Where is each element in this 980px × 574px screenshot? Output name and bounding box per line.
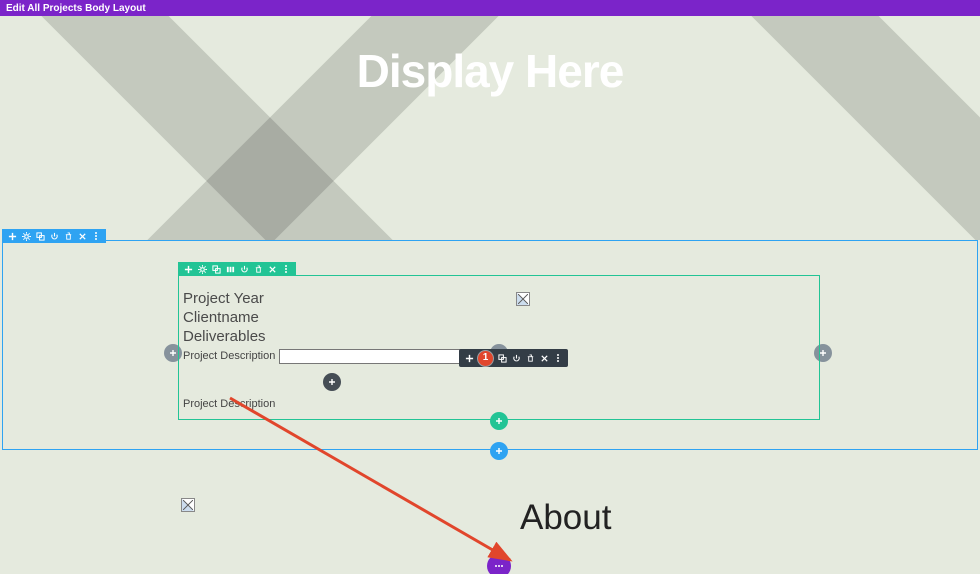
section-add-button[interactable] bbox=[490, 442, 508, 460]
row-add-button[interactable] bbox=[490, 412, 508, 430]
broken-image-icon bbox=[181, 498, 195, 512]
gear-icon[interactable] bbox=[21, 231, 31, 241]
module-toolbar: 1 bbox=[459, 349, 568, 367]
hero-section: Display Here bbox=[0, 16, 980, 240]
project-description-text: Project Description bbox=[183, 398, 815, 411]
module-add-below-button[interactable] bbox=[323, 373, 341, 391]
gear-icon[interactable] bbox=[197, 264, 207, 274]
add-icon[interactable] bbox=[464, 353, 474, 363]
dots-icon[interactable] bbox=[281, 264, 291, 274]
trash-icon[interactable] bbox=[253, 264, 263, 274]
broken-image-icon bbox=[516, 292, 530, 306]
deliverables-text: Deliverables bbox=[183, 328, 815, 346]
annotation-badge: 1 bbox=[478, 351, 493, 366]
columns-icon[interactable] bbox=[225, 264, 235, 274]
power-icon[interactable] bbox=[239, 264, 249, 274]
builder-menu-button[interactable] bbox=[487, 554, 511, 574]
add-icon[interactable] bbox=[7, 231, 17, 241]
hero-heading: Display Here bbox=[0, 16, 980, 98]
close-icon[interactable] bbox=[77, 231, 87, 241]
project-year-text: Project Year bbox=[183, 290, 815, 308]
power-icon[interactable] bbox=[511, 353, 521, 363]
project-description-input[interactable] bbox=[279, 349, 474, 364]
duplicate-icon[interactable] bbox=[211, 264, 221, 274]
duplicate-icon[interactable] bbox=[497, 353, 507, 363]
dots-icon[interactable] bbox=[553, 353, 563, 363]
duplicate-icon[interactable] bbox=[35, 231, 45, 241]
editor-top-title: Edit All Projects Body Layout bbox=[6, 3, 146, 14]
trash-icon[interactable] bbox=[525, 353, 535, 363]
project-description-module[interactable]: Project Description 1 bbox=[183, 349, 815, 364]
close-icon[interactable] bbox=[539, 353, 549, 363]
about-heading: About bbox=[520, 498, 611, 538]
row-text-content: Project Year Clientname Deliverables Pro… bbox=[179, 276, 819, 416]
add-icon[interactable] bbox=[183, 264, 193, 274]
row-outline[interactable]: Project Year Clientname Deliverables Pro… bbox=[178, 275, 820, 420]
section-toolbar bbox=[2, 229, 106, 243]
close-icon[interactable] bbox=[267, 264, 277, 274]
power-icon[interactable] bbox=[49, 231, 59, 241]
row-toolbar bbox=[178, 262, 296, 276]
trash-icon[interactable] bbox=[63, 231, 73, 241]
project-description-inline-label: Project Description bbox=[183, 350, 275, 363]
dots-icon[interactable] bbox=[91, 231, 101, 241]
editor-top-bar: Edit All Projects Body Layout bbox=[0, 0, 980, 16]
clientname-text: Clientname bbox=[183, 309, 815, 327]
